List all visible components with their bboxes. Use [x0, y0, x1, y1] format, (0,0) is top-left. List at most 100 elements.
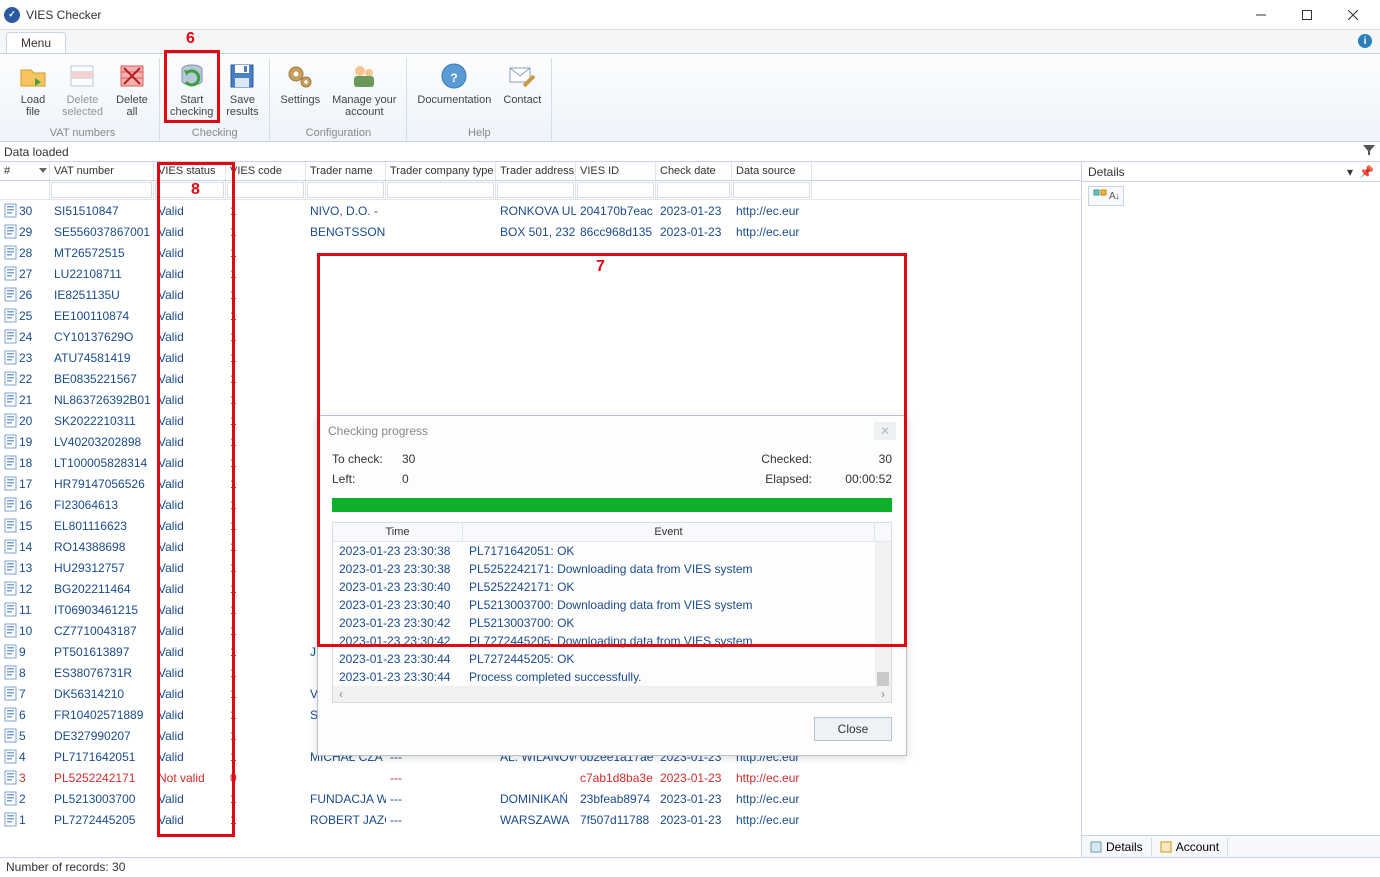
row-index-cell: 22	[0, 371, 50, 386]
table-row[interactable]: 30SI51510847Valid1NIVO, D.O. -RONKOVA UL…	[0, 200, 1081, 221]
checked-value: 30	[812, 452, 892, 466]
vies-status-cell: Valid	[154, 393, 226, 407]
data-source-cell: http://ec.eur	[732, 204, 812, 218]
log-body[interactable]: 2023-01-23 23:30:38PL7171642051: OK2023-…	[333, 542, 891, 686]
vat-number-cell: CY10137629O	[50, 330, 154, 344]
documentation-button[interactable]: ?Documentation	[411, 58, 497, 108]
table-row[interactable]: 24CY10137629OValid1	[0, 326, 1081, 347]
filter-input[interactable]	[155, 182, 224, 198]
table-row[interactable]: 3PL5252242171Not valid0---c7ab1d8ba3e202…	[0, 767, 1081, 788]
tab-menu[interactable]: Menu	[6, 32, 66, 53]
progress-stats: To check: 30 Checked: 30 Left: 0 Elapsed…	[318, 446, 906, 492]
filter-icon[interactable]	[1362, 143, 1376, 160]
close-button[interactable]: Close	[814, 717, 892, 741]
info-icon[interactable]: i	[1358, 34, 1372, 48]
vies-status-cell: Valid	[154, 687, 226, 701]
dropdown-icon[interactable]: ▾	[1347, 165, 1353, 179]
row-index-cell: 16	[0, 497, 50, 512]
log-scrollbar-horizontal[interactable]: ‹ ›	[333, 686, 891, 702]
table-row[interactable]: 1PL7272445205Valid1ROBERT JAZC---WARSZAW…	[0, 809, 1081, 830]
scroll-right-icon[interactable]: ›	[875, 686, 891, 702]
vies-id-cell: 23bfeab8974	[576, 792, 656, 806]
table-row[interactable]: 2PL5213003700Valid1FUNDACJA W---DOMINIKA…	[0, 788, 1081, 809]
row-index-cell: 6	[0, 707, 50, 722]
vies-status-cell: Valid	[154, 603, 226, 617]
vies-status-cell: Valid	[154, 624, 226, 638]
table-row[interactable]: 21NL863726392B01Valid1	[0, 389, 1081, 410]
log-header-time[interactable]: Time	[333, 523, 463, 541]
column-header[interactable]: Trader company type	[386, 162, 496, 180]
table-row[interactable]: 23ATU74581419Valid1	[0, 347, 1081, 368]
table-row[interactable]: 25EE100110874Valid1	[0, 305, 1081, 326]
details-tab-account[interactable]: Account	[1152, 838, 1228, 856]
column-header[interactable]: VAT number	[50, 162, 154, 180]
load-file-button[interactable]: Load file	[10, 58, 56, 120]
settings-button[interactable]: Settings	[274, 58, 326, 120]
column-header[interactable]: VIES status	[154, 162, 226, 180]
db-refresh-icon	[176, 60, 208, 92]
filter-input[interactable]	[497, 182, 574, 198]
filter-input[interactable]	[227, 182, 304, 198]
vies-code-cell: 1	[226, 603, 306, 617]
vies-id-cell: 204170b7eac	[576, 204, 656, 218]
column-header[interactable]: Check date	[656, 162, 732, 180]
vat-number-cell: EL801116623	[50, 519, 154, 533]
sort-button[interactable]: A↓	[1088, 186, 1124, 206]
manage-account-button[interactable]: Manage your account	[326, 58, 402, 120]
filter-input[interactable]	[51, 182, 152, 198]
column-header[interactable]: #	[0, 162, 50, 180]
scroll-left-icon[interactable]: ‹	[333, 686, 349, 702]
vies-status-cell: Valid	[154, 351, 226, 365]
delete-all-button[interactable]: Delete all	[109, 58, 155, 120]
filter-cell	[0, 181, 50, 199]
column-header[interactable]: Trader name	[306, 162, 386, 180]
table-row[interactable]: 27LU22108711Valid1	[0, 263, 1081, 284]
vies-code-cell: 1	[226, 246, 306, 260]
vat-number-cell: FI23064613	[50, 498, 154, 512]
vies-id-cell: 86cc968d135	[576, 225, 656, 239]
table-row[interactable]: 29SE556037867001Valid1BENGTSSONBOX 501, …	[0, 221, 1081, 242]
row-index-cell: 15	[0, 518, 50, 533]
column-header[interactable]: VIES code	[226, 162, 306, 180]
close-button[interactable]	[1330, 0, 1376, 30]
log-row: 2023-01-23 23:30:38PL7171642051: OK	[333, 542, 891, 560]
filter-input[interactable]	[657, 182, 730, 198]
button-label: Load file	[21, 94, 45, 118]
row-index-cell: 23	[0, 350, 50, 365]
contact-button[interactable]: Contact	[497, 58, 547, 108]
row-index-cell: 17	[0, 476, 50, 491]
log-time: 2023-01-23 23:30:44	[333, 651, 463, 667]
maximize-button[interactable]	[1284, 0, 1330, 30]
dialog-close-icon[interactable]: ✕	[874, 422, 896, 440]
log-header: Time Event	[333, 523, 891, 542]
vat-number-cell: IE8251135U	[50, 288, 154, 302]
table-row[interactable]: 28MT26572515Valid1	[0, 242, 1081, 263]
column-header[interactable]: Data source	[732, 162, 812, 180]
filter-input[interactable]	[577, 182, 654, 198]
filter-input[interactable]	[733, 182, 810, 198]
start-checking-button[interactable]: Start checking	[164, 58, 219, 120]
column-header[interactable]: VIES ID	[576, 162, 656, 180]
row-index-cell: 20	[0, 413, 50, 428]
details-tab-details[interactable]: Details	[1082, 838, 1152, 856]
vies-code-cell: 1	[226, 309, 306, 323]
pin-icon[interactable]: 📌	[1359, 165, 1374, 179]
column-header[interactable]: Trader address	[496, 162, 576, 180]
vies-status-cell: Valid	[154, 372, 226, 386]
log-header-event[interactable]: Event	[463, 523, 875, 541]
log-event: PL5252242171: Downloading data from VIES…	[463, 561, 891, 577]
check-date-cell: 2023-01-23	[656, 225, 732, 239]
log-scrollbar-vertical[interactable]	[875, 542, 891, 686]
filter-input[interactable]	[387, 182, 494, 198]
table-row[interactable]: 26IE8251135UValid1	[0, 284, 1081, 305]
save-results-button[interactable]: Save results	[219, 58, 265, 120]
log-time: 2023-01-23 23:30:38	[333, 561, 463, 577]
vat-number-cell: PT501613897	[50, 645, 154, 659]
minimize-button[interactable]	[1238, 0, 1284, 30]
filter-input[interactable]	[307, 182, 384, 198]
sort-dropdown-icon[interactable]	[39, 168, 47, 173]
table-row[interactable]: 22BE0835221567Valid1	[0, 368, 1081, 389]
vies-code-cell: 1	[226, 645, 306, 659]
grid-redx-icon	[116, 60, 148, 92]
vat-number-cell: PL5252242171	[50, 771, 154, 785]
